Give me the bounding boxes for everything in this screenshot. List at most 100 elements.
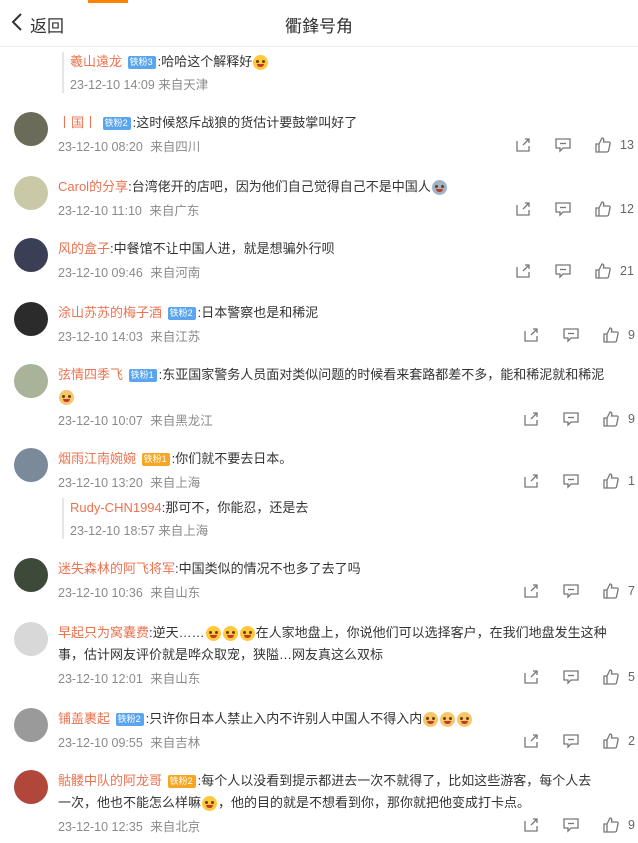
grin-emoji-icon [222,626,238,642]
comment-icon[interactable] [562,732,580,750]
username[interactable]: 骷髅中队的阿龙哥 [58,773,162,788]
share-icon[interactable] [522,816,540,834]
comment-meta: 23-12-10 14:03 来自江苏 [58,330,201,344]
like-count: 13 [620,138,634,152]
comment-icon[interactable] [562,582,580,600]
sub-reply-meta: 23-12-10 18:57 来自上海 [70,524,209,538]
sub-reply-meta: 23-12-10 14:09 来自天津 [70,78,209,92]
avatar[interactable] [14,176,48,210]
avatar[interactable] [14,302,48,336]
comment-text: 风的盒子:中餐馆不让中国人进，就是想骗外行呗 [58,241,335,256]
comment-icon[interactable] [562,410,580,428]
comment-text: 涂山苏苏的梅子酒 铁粉2:日本警察也是和稀泥 [58,305,319,321]
comment-actions: 9 [522,326,635,344]
comment-actions: 7 [522,582,635,600]
thumbs-up-icon[interactable] [594,136,612,154]
username[interactable]: 丨国丨 [58,115,97,130]
comment-text: 铺盖裹起 铁粉2:只许你日本人禁止入内不许别人中国人不得入内 [58,708,622,730]
like-count: 9 [628,412,635,426]
cat-emoji-icon [440,712,456,728]
thumbs-up-icon[interactable] [602,410,620,428]
tab-indicator [88,0,128,3]
laugh-emoji-icon [202,796,218,812]
username[interactable]: 风的盒子 [58,241,110,256]
comment-meta: 23-12-10 12:35 来自北京 [58,820,201,834]
avatar[interactable] [14,238,48,272]
avatar[interactable] [14,364,48,398]
share-icon[interactable] [522,326,540,344]
fan-badge: 铁粉2 [115,713,144,727]
avatar[interactable] [14,770,48,804]
thumbs-up-icon[interactable] [602,582,620,600]
share-icon[interactable] [522,582,540,600]
comment-actions: 1 [522,472,635,490]
face-emoji-icon [431,180,447,196]
username[interactable]: 涂山苏苏的梅子酒 [58,305,162,320]
thumbs-up-icon[interactable] [594,200,612,218]
comment-text: 丨国丨 铁粉2:这时候怒斥战狼的货估计要鼓掌叫好了 [58,115,358,131]
comment-text: 早起只为窝囊费:逆天…… 在人家地盘上，你说他们可以选择客户，在我们地盘发生这种事… [58,625,607,662]
avatar[interactable] [14,558,48,592]
page-title: 衢鋒号角 [285,17,353,36]
comment-icon[interactable] [554,200,572,218]
comment-meta: 23-12-10 13:20 来自上海 [58,476,201,490]
thumbs-up-icon[interactable] [602,472,620,490]
comment-meta: 23-12-10 10:07 来自黑龙江 [58,414,213,428]
username[interactable]: 早起只为窝囊费 [58,625,149,640]
fan-badge: 铁粉3 [127,56,156,70]
fan-badge: 铁粉1 [141,453,170,467]
thumbs-up-icon[interactable] [602,732,620,750]
share-icon[interactable] [514,262,532,280]
comment-meta: 23-12-10 10:36 来自山东 [58,586,201,600]
reply-username[interactable]: Rudy-CHN1994 [70,500,162,515]
comment-actions: 21 [514,262,634,280]
comment-text: 迷失森林的阿飞将军:中国类似的情况不也多了去了吗 [58,561,361,576]
share-icon[interactable] [522,732,540,750]
avatar[interactable] [14,112,48,146]
avatar[interactable] [14,448,48,482]
sub-reply: Rudy-CHN1994:那可不，你能忍，还是去 23-12-10 18:57 … [62,498,630,539]
comment-icon[interactable] [562,668,580,686]
comment-icon[interactable] [562,472,580,490]
username[interactable]: 迷失森林的阿飞将军 [58,561,175,576]
thumbs-up-icon[interactable] [602,816,620,834]
comment-actions: 2 [522,732,635,750]
comment-text: 弦情四季飞 铁粉1:东亚国家警务人员面对类似问题的时候看来套路都差不多，能和稀泥… [58,364,622,408]
username[interactable]: Carol的分享 [58,179,128,194]
username[interactable]: 铺盖裹起 [58,711,110,726]
avatar[interactable] [14,622,48,656]
fan-badge: 铁粉2 [102,117,131,131]
comment-icon[interactable] [554,136,572,154]
comment-text: 烟雨江南婉婉 铁粉1:你们就不要去日本。 [58,451,293,467]
share-icon[interactable] [522,668,540,686]
like-count: 21 [620,264,634,278]
comment-meta: 23-12-10 09:55 来自吉林 [58,736,201,750]
laugh-emoji-icon [253,55,269,71]
comment-icon[interactable] [554,262,572,280]
like-count: 5 [628,670,635,684]
share-icon[interactable] [514,200,532,218]
top-bar: 返回 衢鋒号角 [0,0,638,47]
share-icon[interactable] [522,472,540,490]
fan-badge: 铁粉1 [128,369,157,383]
comment-actions: 5 [522,668,635,686]
sub-reply: 羲山遠龙 铁粉3:哈哈这个解释好 23-12-10 14:09 来自天津 [62,52,630,93]
username[interactable]: 弦情四季飞 [58,367,123,382]
avatar[interactable] [14,708,48,742]
comment-actions: 12 [514,200,634,218]
thumbs-up-icon[interactable] [602,668,620,686]
share-icon[interactable] [514,136,532,154]
reply-username[interactable]: 羲山遠龙 [70,54,122,69]
thumbs-up-icon[interactable] [594,262,612,280]
share-icon[interactable] [522,410,540,428]
thumbs-up-icon[interactable] [602,326,620,344]
username[interactable]: 烟雨江南婉婉 [58,451,136,466]
comment-meta: 23-12-10 11:10 来自广东 [58,204,200,218]
comment-actions: 13 [514,136,634,154]
comment-meta: 23-12-10 08:20 来自四川 [58,140,201,154]
like-count: 2 [628,734,635,748]
comment-icon[interactable] [562,326,580,344]
comment-icon[interactable] [562,816,580,834]
like-count: 7 [628,584,635,598]
comment-actions: 9 [522,816,635,834]
